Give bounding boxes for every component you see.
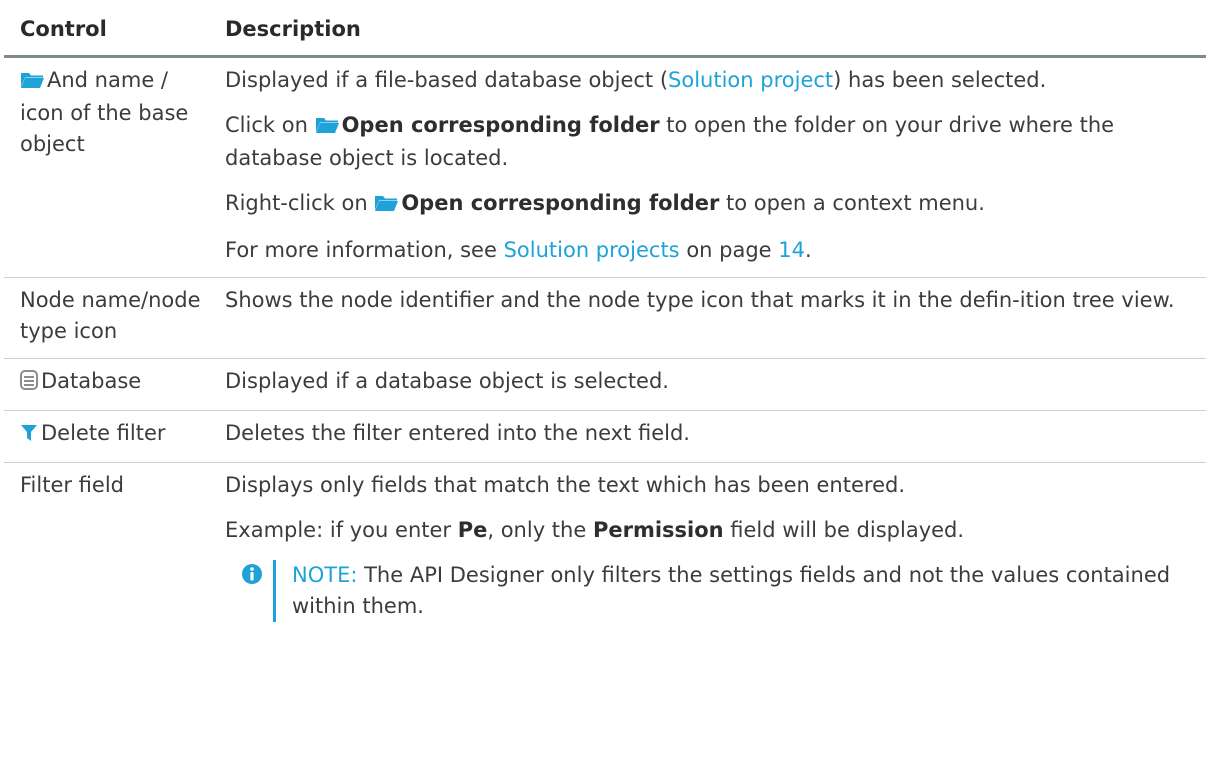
description-cell: Displayed if a file-based database objec… bbox=[211, 57, 1206, 278]
control-label: Node name/node type icon bbox=[20, 288, 201, 343]
table-row: And name / icon of the base object Displ… bbox=[4, 57, 1206, 278]
folder-icon bbox=[20, 67, 44, 98]
folder-icon bbox=[315, 112, 339, 143]
controls-table: Control Description And name / icon of t… bbox=[4, 0, 1206, 633]
table-row: Node name/node type icon Shows the node … bbox=[4, 278, 1206, 359]
table-header-row: Control Description bbox=[4, 0, 1206, 57]
solution-projects-link[interactable]: Solution projects bbox=[504, 238, 680, 262]
permission-field-name: Permission bbox=[592, 518, 724, 542]
info-icon bbox=[241, 560, 263, 594]
control-cell: Database bbox=[4, 359, 211, 411]
description-paragraph: Deletes the filter entered into the next… bbox=[225, 421, 690, 445]
control-label: Delete filter bbox=[41, 421, 166, 445]
description-paragraph: For more information, see Solution proje… bbox=[225, 238, 812, 262]
description-paragraph: Click on Open corresponding folder to op… bbox=[225, 112, 1115, 170]
note-label: NOTE: bbox=[292, 563, 358, 587]
description-paragraph: Shows the node identifier and the node t… bbox=[225, 288, 1175, 312]
table-row: Delete filter Deletes the filter entered… bbox=[4, 411, 1206, 463]
note-box: NOTE: The API Designer only filters the … bbox=[241, 560, 1206, 622]
control-label: And name / icon of the base object bbox=[20, 68, 189, 156]
description-column-header: Description bbox=[225, 17, 361, 41]
description-paragraph: Displays only fields that match the text… bbox=[225, 473, 905, 497]
control-cell: And name / icon of the base object bbox=[4, 57, 211, 278]
description-paragraph: Displayed if a database object is select… bbox=[225, 369, 669, 393]
control-cell: Filter field bbox=[4, 463, 211, 634]
description-paragraph: Right-click on Open corresponding folder… bbox=[225, 188, 1206, 221]
description-paragraph: Example: if you enter Pe, only the Permi… bbox=[225, 518, 965, 542]
folder-icon bbox=[374, 190, 399, 221]
example-input-text: Pe bbox=[457, 518, 488, 542]
open-folder-label: Open corresponding folder bbox=[341, 113, 660, 137]
description-cell: Deletes the filter entered into the next… bbox=[211, 411, 1206, 463]
control-column-header: Control bbox=[20, 17, 107, 41]
solution-project-link[interactable]: Solution project bbox=[668, 68, 833, 92]
control-label: Database bbox=[41, 369, 142, 393]
filter-icon bbox=[20, 420, 38, 451]
table-row: Database Displayed if a database object … bbox=[4, 359, 1206, 411]
table-row: Filter field Displays only fields that m… bbox=[4, 463, 1206, 634]
description-cell: Shows the node identifier and the node t… bbox=[211, 278, 1206, 359]
description-paragraph: Displayed if a file-based database objec… bbox=[225, 68, 1047, 92]
note-text: NOTE: The API Designer only filters the … bbox=[273, 560, 1206, 622]
description-cell: Displays only fields that match the text… bbox=[211, 463, 1206, 634]
control-cell: Delete filter bbox=[4, 411, 211, 463]
description-cell: Displayed if a database object is select… bbox=[211, 359, 1206, 411]
open-folder-label: Open corresponding folder bbox=[401, 191, 720, 215]
control-cell: Node name/node type icon bbox=[4, 278, 211, 359]
control-label: Filter field bbox=[20, 473, 124, 497]
database-icon bbox=[20, 368, 38, 399]
page-link[interactable]: 14 bbox=[778, 238, 805, 262]
